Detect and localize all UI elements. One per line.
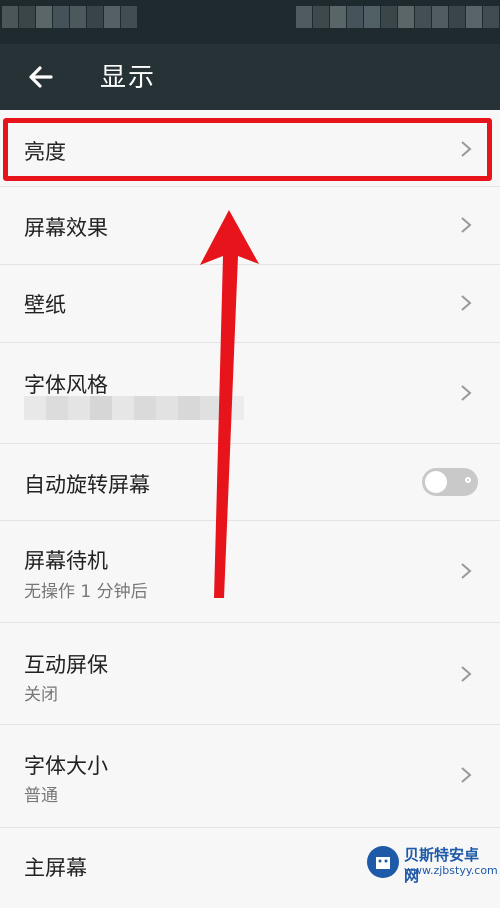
settings-item-font-style[interactable]: 字体风格 (0, 343, 500, 444)
settings-item-label: 主屏幕 (24, 856, 87, 880)
settings-item-wallpaper[interactable]: 壁纸 (0, 265, 500, 343)
settings-item-auto-rotate[interactable]: 自动旋转屏幕 (0, 444, 500, 521)
chevron-right-icon (461, 295, 472, 311)
settings-item-font-size[interactable]: 字体大小 普通 (0, 725, 500, 828)
chevron-right-icon (461, 666, 472, 682)
chevron-right-icon (461, 385, 472, 401)
settings-item-value: 普通 (24, 786, 58, 806)
app-bar: 显示 (0, 44, 500, 110)
settings-item-screen-timeout[interactable]: 屏幕待机 无操作 1 分钟后 (0, 521, 500, 623)
settings-item-label: 字体大小 (24, 754, 108, 778)
settings-item-label: 屏幕效果 (24, 216, 108, 240)
settings-item-label: 屏幕待机 (24, 549, 108, 573)
settings-list: 亮度 屏幕效果 壁纸 字体风格 自动旋转屏幕 屏幕待机 无操作 1 分钟后 互动… (0, 110, 500, 908)
highlight-box (3, 118, 492, 181)
chevron-right-icon (461, 563, 472, 579)
blurred-font-preview (24, 396, 244, 420)
page-title: 显示 (100, 63, 157, 93)
blurred-status-left (2, 6, 138, 28)
status-bar (0, 0, 500, 44)
chevron-right-icon (461, 217, 472, 233)
settings-item-screen-effect[interactable]: 屏幕效果 (0, 187, 500, 265)
toggle-knob (425, 471, 447, 493)
settings-item-label: 自动旋转屏幕 (24, 473, 150, 497)
settings-item-value: 关闭 (24, 685, 58, 705)
watermark: 贝斯特安卓网 www.zjbstyy.com (364, 842, 498, 885)
auto-rotate-toggle[interactable] (422, 468, 478, 496)
back-arrow-icon[interactable] (24, 60, 58, 94)
watermark-url: www.zjbstyy.com (404, 864, 498, 877)
settings-item-label: 壁纸 (24, 293, 66, 317)
blurred-status-right (296, 6, 500, 28)
settings-item-label: 互动屏保 (24, 653, 108, 677)
settings-item-value: 无操作 1 分钟后 (24, 582, 148, 602)
toggle-off-indicator (465, 477, 471, 483)
settings-item-label: 字体风格 (24, 373, 108, 397)
chevron-right-icon (461, 767, 472, 783)
settings-item-interactive-screensaver[interactable]: 互动屏保 关闭 (0, 623, 500, 725)
watermark-logo-icon (367, 846, 399, 878)
